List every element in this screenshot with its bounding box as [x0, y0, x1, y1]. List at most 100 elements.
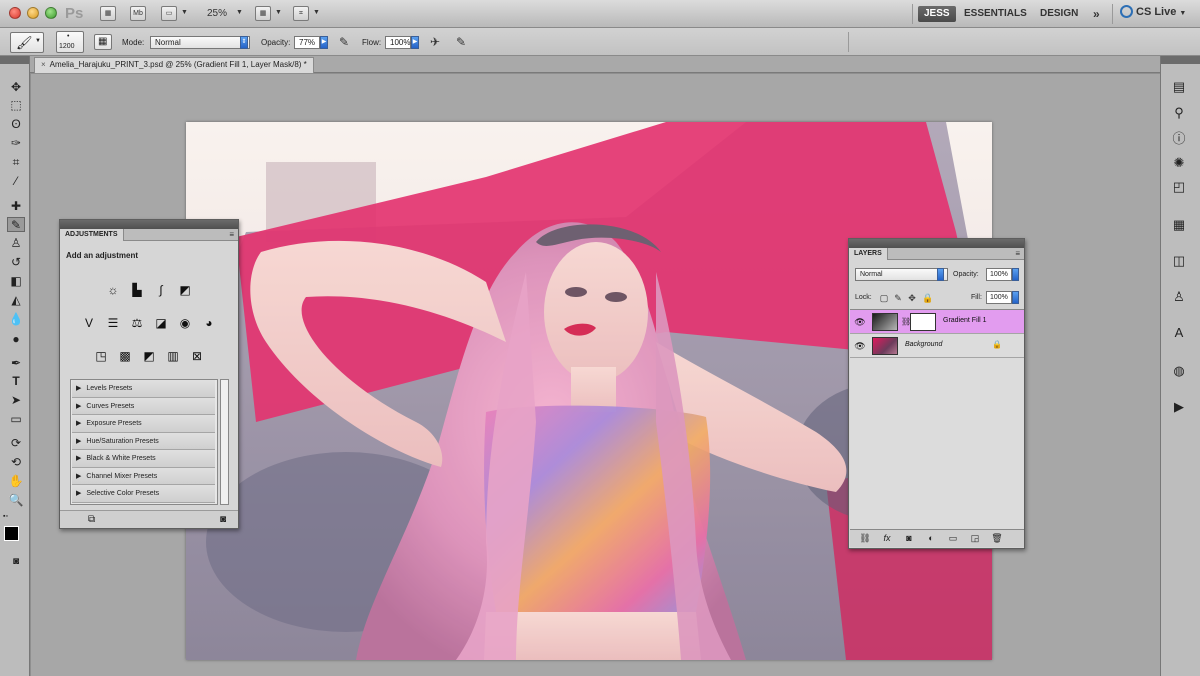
foreground-color-swatch[interactable] [4, 526, 19, 541]
panel-menu-icon[interactable]: ≡ [229, 230, 234, 239]
panel-grip[interactable] [60, 220, 238, 229]
minimize-window-button[interactable] [27, 7, 39, 19]
close-icon[interactable]: × [41, 60, 46, 69]
background-thumbnail[interactable] [872, 337, 898, 355]
lock-image-pixels-icon[interactable]: ✎ [893, 293, 903, 303]
link-layers-icon[interactable]: ⛓ [858, 532, 872, 545]
brush-tool-icon[interactable]: ✎ [7, 217, 25, 232]
presets-scrollbar[interactable] [220, 379, 229, 505]
opacity-input[interactable]: 77% [294, 36, 320, 49]
hand-tool-icon[interactable]: ✋ [7, 474, 25, 489]
mode-select-arrows[interactable]: ⇕ [240, 36, 248, 49]
color-balance-icon[interactable]: ⚖ [128, 315, 146, 331]
shape-tool-icon[interactable]: ▭ [7, 412, 25, 427]
lasso-tool-icon[interactable]: ʘ [7, 117, 25, 132]
workspace-design-button[interactable]: DESIGN [1034, 6, 1084, 22]
brightness-contrast-icon[interactable]: ☼ [104, 282, 122, 298]
list-item[interactable]: ▶ Black & White Presets [72, 450, 215, 468]
quick-selection-tool-icon[interactable]: ✑ [7, 136, 25, 151]
layer-fill-input[interactable]: 100% [986, 291, 1012, 304]
photo-filter-icon[interactable]: ◉ [176, 315, 194, 331]
zoom-level-select[interactable]: 25% [207, 8, 227, 19]
clone-stamp-tool-icon[interactable]: ♙ [7, 236, 25, 251]
launch-mini-bridge-icon[interactable]: Mb [130, 6, 146, 21]
history-brush-tool-icon[interactable]: ↺ [7, 255, 25, 270]
marquee-tool-icon[interactable]: ⬚ [7, 98, 25, 113]
default-colors-icon[interactable]: ▪▫ [3, 513, 8, 520]
tablet-pressure-opacity-icon[interactable]: ✎ [336, 35, 352, 50]
selective-color-icon[interactable]: ⊠ [188, 348, 206, 364]
layers-panel-icon[interactable]: ▦ [1169, 216, 1189, 234]
add-mask-icon[interactable]: ◙ [902, 532, 916, 545]
channels-panel-icon[interactable]: ◫ [1169, 252, 1189, 270]
new-layer-icon[interactable]: ◲ [968, 532, 982, 545]
lock-all-icon[interactable]: 🔒 [922, 293, 933, 303]
layer-opacity-input[interactable]: 100% [986, 268, 1012, 281]
screen-mode-icon[interactable]: ⌗ [293, 6, 309, 21]
new-adjustment-layer-icon[interactable]: ◐ [924, 532, 938, 545]
3d-rotate-tool-icon[interactable]: ⟳ [7, 436, 25, 451]
new-group-icon[interactable]: ▭ [946, 532, 960, 545]
return-to-list-icon[interactable]: ◙ [220, 514, 226, 525]
adjustments-tab[interactable]: ADJUSTMENTS [60, 229, 124, 241]
clone-source-panel-icon[interactable]: ♙ [1169, 288, 1189, 306]
actions-panel-icon[interactable]: ▶ [1169, 398, 1189, 416]
delete-layer-icon[interactable]: 🗑 [990, 532, 1004, 545]
pen-tool-icon[interactable]: ✒ [7, 356, 25, 371]
mode-select[interactable]: Normal [150, 36, 250, 49]
mini-bridge-panel-icon[interactable]: ▤ [1169, 78, 1189, 96]
layers-tab[interactable]: LAYERS [849, 248, 888, 260]
character-panel-icon[interactable]: A [1169, 324, 1189, 342]
path-selection-tool-icon[interactable]: ➤ [7, 393, 25, 408]
close-window-button[interactable] [9, 7, 21, 19]
blend-mode-select[interactable]: Normal [855, 268, 948, 281]
layer-row-background[interactable]: 👁 Background 🔒 [850, 334, 1024, 358]
masks-panel-icon[interactable]: ◰ [1169, 178, 1189, 196]
layer-fill-slider-toggle[interactable] [1012, 291, 1019, 304]
vibrance-icon[interactable]: V [80, 315, 98, 331]
levels-icon[interactable]: ▙ [128, 282, 146, 298]
eraser-tool-icon[interactable]: ◧ [7, 274, 25, 289]
exposure-icon[interactable]: ◩ [176, 282, 194, 298]
brush-preset-picker[interactable]: • 1200 [56, 31, 84, 53]
curves-icon[interactable]: ∫ [152, 282, 170, 298]
layer-opacity-slider-toggle[interactable] [1012, 268, 1019, 281]
3d-orbit-tool-icon[interactable]: ⟲ [7, 455, 25, 470]
color-panel-icon[interactable]: ◍ [1169, 362, 1189, 380]
workspace-essentials-button[interactable]: ESSENTIALS [958, 6, 1033, 22]
eye-icon[interactable]: 👁 [854, 340, 866, 352]
arrange-documents-icon[interactable]: ▦ [255, 6, 271, 21]
layer-style-icon[interactable]: fx [880, 532, 894, 545]
spot-healing-tool-icon[interactable]: ✚ [7, 199, 25, 214]
list-item[interactable]: ▶ Exposure Presets [72, 415, 215, 433]
dodge-tool-icon[interactable]: ● [7, 332, 25, 347]
type-tool-icon[interactable]: T [7, 374, 25, 389]
flow-input[interactable]: 100% [385, 36, 411, 49]
zoom-tool-icon[interactable]: 🔍 [7, 493, 25, 508]
panel-menu-icon[interactable]: ≡ [1015, 249, 1020, 258]
channel-mixer-icon[interactable]: ◕ [200, 315, 218, 331]
list-item[interactable]: ▶ Levels Presets [72, 380, 215, 398]
paint-bucket-tool-icon[interactable]: ◭ [7, 293, 25, 308]
info-panel-icon[interactable]: ⓘ [1169, 130, 1189, 148]
blur-tool-icon[interactable]: 💧 [7, 312, 25, 327]
tablet-pressure-size-icon[interactable]: ✎ [453, 35, 469, 50]
threshold-icon[interactable]: ◩ [140, 348, 158, 364]
list-item[interactable]: ▶ Hue/Saturation Presets [72, 432, 215, 450]
chevron-down-icon[interactable]: ▼ [181, 9, 188, 16]
tool-preset-picker[interactable]: 🖌 ▼ [10, 32, 44, 53]
cs-live-button[interactable]: CS Live ▼ [1120, 5, 1186, 18]
clip-to-layer-icon[interactable]: ⧉ [88, 514, 95, 525]
chevron-down-icon[interactable]: ▼ [313, 9, 320, 16]
view-extras-icon[interactable]: ▭ [161, 6, 177, 21]
workspace-jess-button[interactable]: JESS [918, 6, 956, 22]
move-tool-icon[interactable]: ✥ [7, 80, 25, 95]
history-panel-icon[interactable]: ⚲ [1169, 104, 1189, 122]
adjustments-panel-icon[interactable]: ✺ [1169, 154, 1189, 172]
flow-slider-toggle[interactable]: ▶ [411, 36, 419, 49]
zoom-window-button[interactable] [45, 7, 57, 19]
lock-transparent-pixels-icon[interactable]: ▢ [879, 293, 889, 303]
layer-row-gradient-fill[interactable]: 👁 ⛓ Gradient Fill 1 [850, 310, 1024, 334]
layer-mask-thumbnail[interactable] [910, 313, 936, 331]
document-tab[interactable]: × Amelia_Harajuku_PRINT_3.psd @ 25% (Grad… [34, 57, 314, 73]
